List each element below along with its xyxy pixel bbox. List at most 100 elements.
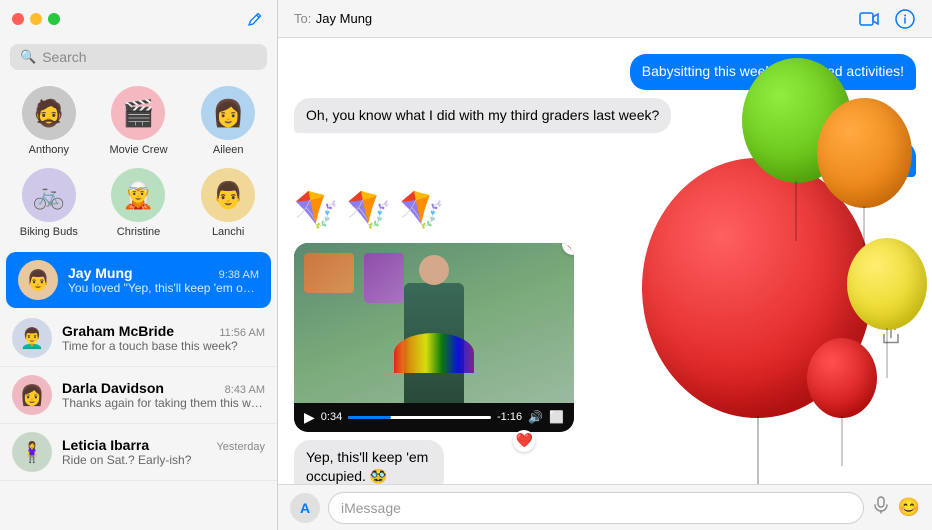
conv-name-jaymung: Jay Mung (68, 265, 133, 281)
conv-item-leticiaiibarra[interactable]: 🧍‍♀️ Leticia Ibarra Yesterday Ride on Sa… (0, 424, 277, 481)
yep-heart-reaction: ❤️ (513, 430, 535, 452)
imessage-placeholder: iMessage (341, 500, 401, 516)
pinned-contact-moviecrew[interactable]: 🎬 Movie Crew (96, 82, 182, 160)
video-person-head (419, 255, 449, 285)
kite-1: 🪁 (294, 189, 339, 231)
conv-name-leticiaibarra: Leticia Ibarra (62, 437, 149, 453)
sidebar-titlebar (0, 0, 277, 38)
fullscreen-button[interactable] (48, 13, 60, 25)
conv-preview-jaymung: You loved "Yep, this'll keep 'em occupie… (68, 281, 259, 295)
conv-name-darladavidson: Darla Davidson (62, 380, 164, 396)
close-button[interactable] (12, 13, 24, 25)
pinned-name-anthony: Anthony (29, 144, 69, 156)
video-row: ▶ 0:34 -1:16 🔊 ⬜ ❤️ (294, 243, 916, 432)
conv-preview-darladavidson: Thanks again for taking them this weeken… (62, 396, 265, 410)
conv-preview-grahammcbride: Time for a touch base this week? (62, 339, 265, 353)
conversation-list: 👨 Jay Mung 9:38 AM You loved "Yep, this'… (0, 250, 277, 530)
chat-titlebar: To: Jay Mung (278, 0, 932, 38)
play-button[interactable]: ▶ (304, 409, 315, 426)
pinned-contact-lanchi[interactable]: 👨 Lanchi (185, 164, 271, 242)
chat-to-label: To: (294, 11, 311, 26)
kite-2: 🪁 (347, 189, 392, 231)
avatar-darladavidson: 👩 (12, 375, 52, 415)
share-button[interactable] (882, 325, 900, 350)
conv-time-jaymung: 9:38 AM (219, 269, 259, 281)
video-controls: ▶ 0:34 -1:16 🔊 ⬜ (294, 403, 574, 432)
minimize-button[interactable] (30, 13, 42, 25)
msg-row-babysitting: Babysitting this weekend, I need activit… (294, 54, 916, 90)
msg-row-tellme: Tell me! (294, 141, 916, 177)
pinned-contact-christine[interactable]: 🧝 Christine (96, 164, 182, 242)
messages-container: Babysitting this weekend, I need activit… (278, 38, 932, 484)
chat-to-row: To: Jay Mung (294, 10, 372, 28)
chat-area: To: Jay Mung Babysitting this wee (278, 0, 932, 530)
compose-button[interactable] (245, 9, 265, 29)
emoji-button[interactable]: 😊 (898, 497, 920, 518)
msg-bubble-tellme: Tell me! (844, 141, 916, 177)
yep-bubble-wrapper: Yep, this'll keep 'em occupied. 🥸 ❤️ (294, 440, 525, 484)
avatar-aileen: 👩 (201, 86, 255, 140)
msg-row-thirdgraders: Oh, you know what I did with my third gr… (294, 98, 916, 134)
search-bar[interactable]: 🔍 Search (10, 44, 267, 70)
apps-button[interactable]: A (290, 493, 320, 523)
sidebar: 🔍 Search 🧔 Anthony 🎬 Movie Crew 👩 Aileen… (0, 0, 278, 530)
avatar-jaymung: 👨 (18, 260, 58, 300)
kite-stickers: 🪁 🪁 🪁 (294, 185, 444, 235)
video-rainbow (394, 333, 474, 373)
avatar-lanchi: 👨 (201, 168, 255, 222)
conv-time-leticiaibarra: Yesterday (216, 441, 265, 453)
current-time: 0:34 (321, 411, 342, 423)
remaining-time: -1:16 (497, 411, 522, 423)
imessage-input[interactable]: iMessage (328, 492, 864, 524)
msg-row-yep: Yep, this'll keep 'em occupied. 🥸 ❤️ ↩ R… (294, 440, 916, 484)
pinned-name-aileen: Aileen (213, 144, 244, 156)
progress-fill (348, 416, 391, 419)
conv-item-jaymung[interactable]: 👨 Jay Mung 9:38 AM You loved "Yep, this'… (6, 252, 271, 308)
chat-titlebar-icons (858, 8, 916, 30)
video-call-button[interactable] (858, 8, 880, 30)
conv-content-jaymung: Jay Mung 9:38 AM You loved "Yep, this'll… (68, 265, 259, 295)
pinned-contact-anthony[interactable]: 🧔 Anthony (6, 82, 92, 160)
pinned-name-moviecrew: Movie Crew (109, 144, 167, 156)
pinned-name-lanchi: Lanchi (212, 226, 244, 238)
avatar-grahammcbride: 👨‍🦱 (12, 318, 52, 358)
avatar-moviecrew: 🎬 (111, 86, 165, 140)
avatar-christine: 🧝 (111, 168, 165, 222)
pinned-contacts: 🧔 Anthony 🎬 Movie Crew 👩 Aileen 🚲 Biking… (0, 78, 277, 250)
conv-time-grahammcbride: 11:56 AM (219, 327, 265, 339)
msg-bubble-yep: Yep, this'll keep 'em occupied. 🥸 (294, 440, 444, 484)
progress-bar[interactable] (348, 416, 491, 419)
avatar-anthony: 🧔 (22, 86, 76, 140)
video-decor-2 (364, 253, 404, 303)
msg-bubble-babysitting: Babysitting this weekend, I need activit… (630, 54, 916, 90)
search-label: Search (42, 49, 86, 65)
avatar-leticiaibarra: 🧍‍♀️ (12, 432, 52, 472)
conv-content-grahammcbride: Graham McBride 11:56 AM Time for a touch… (62, 323, 265, 353)
msg-bubble-thirdgraders: Oh, you know what I did with my third gr… (294, 98, 671, 134)
kite-3: 🪁 (400, 189, 445, 231)
video-decor-1 (304, 253, 354, 293)
conv-preview-leticiaibarra: Ride on Sat.? Early-ish? (62, 453, 265, 467)
conv-item-grahammcbride[interactable]: 👨‍🦱 Graham McBride 11:56 AM Time for a t… (0, 310, 277, 367)
conv-time-darladavidson: 8:43 AM (225, 384, 265, 396)
chat-recipient: Jay Mung (316, 11, 372, 26)
avatar-bikingbuds: 🚲 (22, 168, 76, 222)
input-bar: A iMessage 😊 (278, 484, 932, 530)
fullscreen-icon[interactable]: ⬜ (549, 410, 564, 424)
info-button[interactable] (894, 8, 916, 30)
traffic-lights (12, 13, 60, 25)
pinned-name-bikingbuds: Biking Buds (20, 226, 78, 238)
search-icon: 🔍 (20, 49, 36, 65)
conv-item-darladavidson[interactable]: 👩 Darla Davidson 8:43 AM Thanks again fo… (0, 367, 277, 424)
conv-content-darladavidson: Darla Davidson 8:43 AM Thanks again for … (62, 380, 265, 410)
balloon-string-green (795, 181, 797, 241)
conv-content-leticiaibarra: Leticia Ibarra Yesterday Ride on Sat.? E… (62, 437, 265, 467)
audio-input-button[interactable] (872, 496, 890, 519)
video-player[interactable]: ▶ 0:34 -1:16 🔊 ⬜ ❤️ (294, 243, 574, 432)
video-thumbnail (294, 243, 574, 403)
conv-name-grahammcbride: Graham McBride (62, 323, 174, 339)
pinned-name-christine: Christine (117, 226, 160, 238)
pinned-contact-aileen[interactable]: 👩 Aileen (185, 82, 271, 160)
pinned-contact-bikingbuds[interactable]: 🚲 Biking Buds (6, 164, 92, 242)
volume-icon[interactable]: 🔊 (528, 410, 543, 424)
